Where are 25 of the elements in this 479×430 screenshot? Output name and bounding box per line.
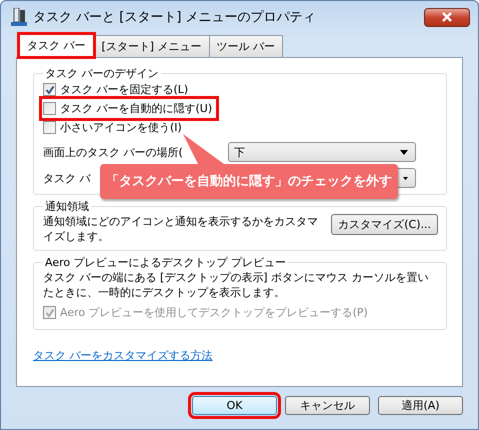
- dropdown-label: タスク バ: [43, 172, 90, 184]
- caret-icon: [403, 176, 408, 180]
- dropdown[interactable]: 下: [228, 142, 416, 162]
- group-title: タスク バーのデザイン: [44, 66, 160, 81]
- dropdown[interactable]: [398, 168, 416, 188]
- checkbox[interactable]: 小さいアイコンを使う(I): [43, 119, 185, 136]
- callout-text: 「タスクバーを自動的に隠す」のチェックを外す: [106, 175, 392, 188]
- group-title: 通知領域: [44, 199, 90, 214]
- close-icon: [441, 12, 453, 22]
- close-button[interactable]: [424, 8, 470, 26]
- dialog-button[interactable]: 適用(A): [378, 396, 463, 415]
- customize-button[interactable]: カスタマイズ(C)...: [331, 214, 438, 235]
- description-text: タスク バーの端にある [デスクトップの表示] ボタンにマウス カーソルを置いたときに、一時的にデスクトップを表示します。: [43, 270, 430, 300]
- window-title: タスク バーと [スタート] メニューのプロパティ: [33, 9, 317, 26]
- dropdown-label: 画面上のタスク バーの場所(: [43, 146, 183, 158]
- tab[interactable]: ツール バー: [208, 35, 284, 57]
- taskbar-window-icon: [11, 8, 27, 26]
- dialog-button[interactable]: キャンセル: [285, 396, 370, 415]
- group-title: Aero プレビューによるデスクトップ プレビュー: [44, 255, 288, 270]
- tab[interactable]: [スタート] メニュー: [94, 35, 210, 57]
- caret-icon: [400, 150, 408, 154]
- help-link[interactable]: タスク バーをカスタマイズする方法: [33, 348, 212, 363]
- checkbox[interactable]: タスク バーを固定する(L): [43, 81, 192, 98]
- tab[interactable]: タスク バー: [18, 33, 94, 58]
- description-text: 通知領域にどのアイコンと通知を表示するかをカスタマイズします。: [43, 214, 319, 244]
